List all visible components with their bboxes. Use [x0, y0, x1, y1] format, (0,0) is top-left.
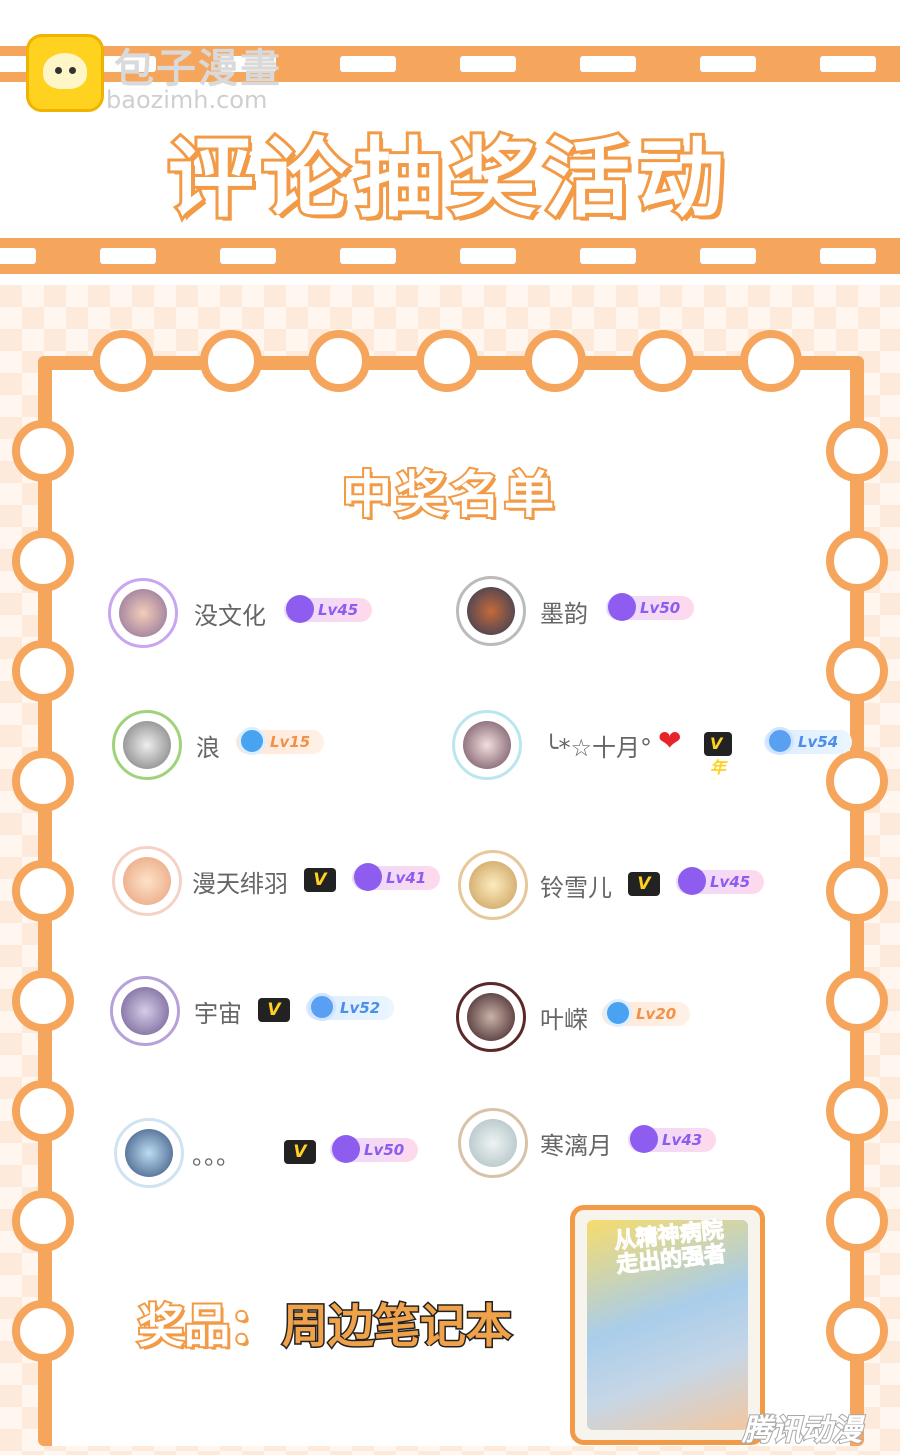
stamp-scallop — [12, 1080, 74, 1142]
level-badge: Lv45 — [284, 595, 373, 623]
stamp-scallop — [826, 530, 888, 592]
prize-notebook-image: 从精神病院走出的强者 — [570, 1205, 765, 1445]
event-title: 评论抽奖活动 — [165, 126, 732, 232]
level-badge: Lv43 — [628, 1125, 717, 1153]
winner-name: 宇宙 — [194, 1000, 242, 1028]
level-icon — [238, 727, 266, 755]
stamp-scallop — [12, 640, 74, 702]
winner-name: ╰*☆十月° — [544, 734, 652, 762]
level-badge: Lv45 — [676, 867, 765, 895]
stamp-scallop — [12, 750, 74, 812]
stamp-scallop — [826, 1300, 888, 1362]
stamp-scallop — [826, 1190, 888, 1252]
winner-name: 叶嵘 — [540, 1006, 588, 1034]
stamp-scallop — [12, 530, 74, 592]
stamp-scallop — [826, 970, 888, 1032]
film-strip-bottom — [0, 238, 900, 274]
level-icon — [286, 595, 314, 623]
level-icon — [608, 593, 636, 621]
vip-badge: V — [628, 872, 660, 896]
vip-badge: V — [304, 868, 336, 892]
stamp-scallop — [12, 1190, 74, 1252]
avatar — [112, 846, 182, 916]
winner-name: 漫天绯羽 — [192, 870, 288, 898]
avatar — [456, 982, 526, 1052]
stamp-scallop — [200, 330, 262, 392]
level-badge: Lv52 — [306, 993, 395, 1021]
level-badge: Lv50 — [606, 593, 695, 621]
prize-value: 周边笔记本 — [281, 1298, 514, 1355]
vip-badge: V — [258, 998, 290, 1022]
level-badge: Lv54 — [764, 727, 853, 755]
stamp-scallop — [92, 330, 154, 392]
avatar — [458, 1108, 528, 1178]
stamp-scallop — [826, 640, 888, 702]
winner-name: 墨韵 — [540, 600, 588, 628]
stamp-scallop — [12, 1300, 74, 1362]
avatar — [108, 578, 178, 648]
level-badge: Lv20 — [602, 999, 691, 1027]
level-icon — [766, 727, 794, 755]
winner-name: 没文化 — [194, 602, 266, 630]
stamp-scallop — [826, 750, 888, 812]
level-icon — [354, 863, 382, 891]
bun-mascot-icon — [26, 34, 104, 112]
stamp-scallop — [524, 330, 586, 392]
level-icon — [678, 867, 706, 895]
site-logo[interactable]: 包子漫畫 baozimh.com — [26, 34, 326, 114]
avatar — [114, 1118, 184, 1188]
stamp-scallop — [632, 330, 694, 392]
stamp-scallop — [740, 330, 802, 392]
level-badge: Lv41 — [352, 863, 441, 891]
avatar — [112, 710, 182, 780]
avatar — [456, 576, 526, 646]
winner-name: 铃雪儿 — [540, 874, 612, 902]
level-badge: Lv50 — [330, 1135, 419, 1163]
level-icon — [308, 993, 336, 1021]
watermark: 腾讯动漫 — [741, 1412, 863, 1449]
prize-label: 奖品： — [136, 1297, 278, 1355]
avatar — [458, 850, 528, 920]
stamp-scallop — [12, 970, 74, 1032]
level-badge: Lv15 — [236, 727, 325, 755]
level-icon — [604, 999, 632, 1027]
winner-name: 。。。 — [192, 1142, 240, 1170]
heart-icon: ❤ — [658, 724, 682, 757]
stamp-scallop — [416, 330, 478, 392]
stamp-scallop — [12, 860, 74, 922]
avatar — [110, 976, 180, 1046]
winner-name: 浪 — [196, 734, 220, 762]
stamp-scallop — [826, 860, 888, 922]
vip-year-badge: V年 — [704, 732, 732, 777]
winner-name: 寒漓月 — [540, 1132, 612, 1160]
level-icon — [630, 1125, 658, 1153]
stamp-scallop — [826, 1080, 888, 1142]
winners-heading: 中奖名单 — [340, 464, 558, 526]
stamp-scallop — [308, 330, 370, 392]
avatar — [452, 710, 522, 780]
header: 包子漫畫 baozimh.com 评论抽奖活动 — [0, 0, 900, 285]
level-icon — [332, 1135, 360, 1163]
vip-badge: V — [284, 1140, 316, 1164]
